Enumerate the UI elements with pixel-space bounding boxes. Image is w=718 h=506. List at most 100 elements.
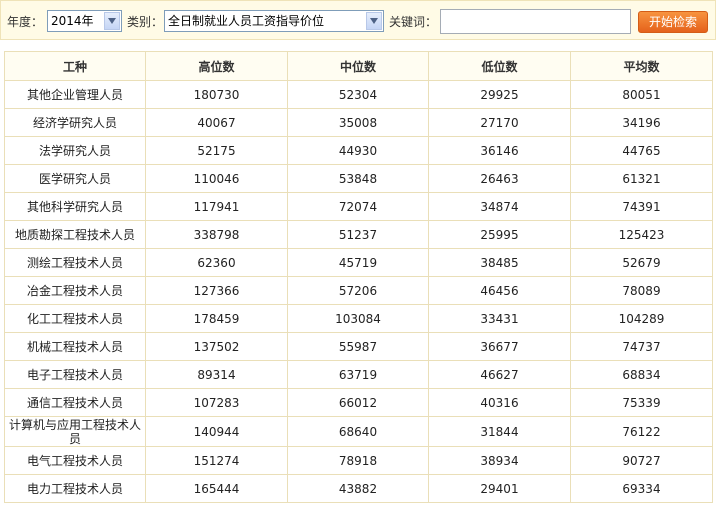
table-row: 法学研究人员 52175 44930 36146 44765 bbox=[4, 136, 713, 165]
table-cell: 52175 bbox=[145, 136, 288, 165]
table-cell: 38485 bbox=[428, 248, 571, 277]
table-row: 电气工程技术人员 151274 78918 38934 90727 bbox=[4, 446, 713, 475]
table-row: 机械工程技术人员 137502 55987 36677 74737 bbox=[4, 332, 713, 361]
table-cell: 74737 bbox=[570, 332, 713, 361]
table-row: 冶金工程技术人员 127366 57206 46456 78089 bbox=[4, 276, 713, 305]
table-cell: 其他科学研究人员 bbox=[4, 192, 146, 221]
table-cell: 44930 bbox=[287, 136, 429, 165]
category-select-value: 全日制就业人员工资指导价位 bbox=[168, 14, 325, 28]
table-cell: 55987 bbox=[287, 332, 429, 361]
column-header: 高位数 bbox=[145, 51, 288, 81]
table-cell: 40067 bbox=[145, 108, 288, 137]
table-cell: 25995 bbox=[428, 220, 571, 249]
column-header: 低位数 bbox=[428, 51, 571, 81]
table-cell: 127366 bbox=[145, 276, 288, 305]
table-cell: 103084 bbox=[287, 304, 429, 333]
table-cell: 68640 bbox=[287, 416, 429, 447]
table-cell: 89314 bbox=[145, 360, 288, 389]
column-header: 工种 bbox=[4, 51, 146, 81]
category-select[interactable]: 全日制就业人员工资指导价位 bbox=[164, 10, 384, 32]
table-cell: 33431 bbox=[428, 304, 571, 333]
table-row: 经济学研究人员 40067 35008 27170 34196 bbox=[4, 108, 713, 137]
table-cell: 35008 bbox=[287, 108, 429, 137]
table-row: 测绘工程技术人员 62360 45719 38485 52679 bbox=[4, 248, 713, 277]
search-button[interactable]: 开始检索 bbox=[638, 11, 708, 33]
table-cell: 62360 bbox=[145, 248, 288, 277]
table-row: 通信工程技术人员 107283 66012 40316 75339 bbox=[4, 388, 713, 417]
table-cell: 46627 bbox=[428, 360, 571, 389]
table-cell: 45719 bbox=[287, 248, 429, 277]
table-cell: 电力工程技术人员 bbox=[4, 474, 146, 503]
table-cell: 43882 bbox=[287, 474, 429, 503]
table-cell: 通信工程技术人员 bbox=[4, 388, 146, 417]
table-row: 地质勘探工程技术人员 338798 51237 25995 125423 bbox=[4, 220, 713, 249]
keyword-input[interactable] bbox=[440, 9, 631, 34]
wage-table: 工种 高位数 中位数 低位数 平均数 其他企业管理人员 180730 52304 29… bbox=[4, 51, 713, 503]
table-cell: 90727 bbox=[570, 446, 713, 475]
table-cell: 63719 bbox=[287, 360, 429, 389]
keyword-label: 关键词： bbox=[389, 15, 438, 29]
table-cell: 经济学研究人员 bbox=[4, 108, 146, 137]
table-cell: 冶金工程技术人员 bbox=[4, 276, 146, 305]
table-cell: 46456 bbox=[428, 276, 571, 305]
table-row: 其他企业管理人员 180730 52304 29925 80051 bbox=[4, 80, 713, 109]
filter-bar: 年度： 2014年 类别： 全日制就业人员工资指导价位 关键词： 开始检索 bbox=[0, 0, 716, 40]
table-cell: 125423 bbox=[570, 220, 713, 249]
year-select[interactable]: 2014年 bbox=[47, 10, 122, 32]
table-cell: 51237 bbox=[287, 220, 429, 249]
table-header-row: 工种 高位数 中位数 低位数 平均数 bbox=[4, 51, 713, 81]
table-row: 电子工程技术人员 89314 63719 46627 68834 bbox=[4, 360, 713, 389]
table-cell: 74391 bbox=[570, 192, 713, 221]
year-select-value: 2014年 bbox=[51, 14, 94, 28]
table-cell: 44765 bbox=[570, 136, 713, 165]
table-cell: 140944 bbox=[145, 416, 288, 447]
chevron-down-icon[interactable] bbox=[366, 12, 382, 30]
table-cell: 68834 bbox=[570, 360, 713, 389]
table-cell: 31844 bbox=[428, 416, 571, 447]
table-cell: 61321 bbox=[570, 164, 713, 193]
chevron-down-icon[interactable] bbox=[104, 12, 120, 30]
table-cell: 测绘工程技术人员 bbox=[4, 248, 146, 277]
table-cell: 137502 bbox=[145, 332, 288, 361]
table-cell: 29925 bbox=[428, 80, 571, 109]
table-cell: 26463 bbox=[428, 164, 571, 193]
table-cell: 化工工程技术人员 bbox=[4, 304, 146, 333]
table-cell: 电子工程技术人员 bbox=[4, 360, 146, 389]
table-cell: 医学研究人员 bbox=[4, 164, 146, 193]
table-cell: 104289 bbox=[570, 304, 713, 333]
table-cell: 107283 bbox=[145, 388, 288, 417]
table-cell: 66012 bbox=[287, 388, 429, 417]
table-cell: 69334 bbox=[570, 474, 713, 503]
table-cell: 电气工程技术人员 bbox=[4, 446, 146, 475]
table-cell: 52304 bbox=[287, 80, 429, 109]
table-cell: 78918 bbox=[287, 446, 429, 475]
table-cell: 72074 bbox=[287, 192, 429, 221]
table-cell: 53848 bbox=[287, 164, 429, 193]
table-row: 计算机与应用工程技术人员 140944 68640 31844 76122 bbox=[4, 416, 713, 447]
table-cell: 52679 bbox=[570, 248, 713, 277]
table-cell: 75339 bbox=[570, 388, 713, 417]
column-header: 平均数 bbox=[570, 51, 713, 81]
table-cell: 151274 bbox=[145, 446, 288, 475]
table-cell: 36677 bbox=[428, 332, 571, 361]
table-cell: 110046 bbox=[145, 164, 288, 193]
table-cell: 165444 bbox=[145, 474, 288, 503]
table-cell: 57206 bbox=[287, 276, 429, 305]
table-cell: 40316 bbox=[428, 388, 571, 417]
table-cell: 34874 bbox=[428, 192, 571, 221]
table-row: 化工工程技术人员 178459 103084 33431 104289 bbox=[4, 304, 713, 333]
table-cell: 178459 bbox=[145, 304, 288, 333]
table-cell: 76122 bbox=[570, 416, 713, 447]
table-cell: 计算机与应用工程技术人员 bbox=[4, 416, 146, 447]
table-cell: 338798 bbox=[145, 220, 288, 249]
table-row: 医学研究人员 110046 53848 26463 61321 bbox=[4, 164, 713, 193]
table-row: 电力工程技术人员 165444 43882 29401 69334 bbox=[4, 474, 713, 503]
table-cell: 29401 bbox=[428, 474, 571, 503]
table-cell: 117941 bbox=[145, 192, 288, 221]
table-cell: 机械工程技术人员 bbox=[4, 332, 146, 361]
table-cell: 27170 bbox=[428, 108, 571, 137]
table-cell: 78089 bbox=[570, 276, 713, 305]
year-label: 年度： bbox=[7, 15, 44, 29]
table-cell: 法学研究人员 bbox=[4, 136, 146, 165]
table-cell: 38934 bbox=[428, 446, 571, 475]
